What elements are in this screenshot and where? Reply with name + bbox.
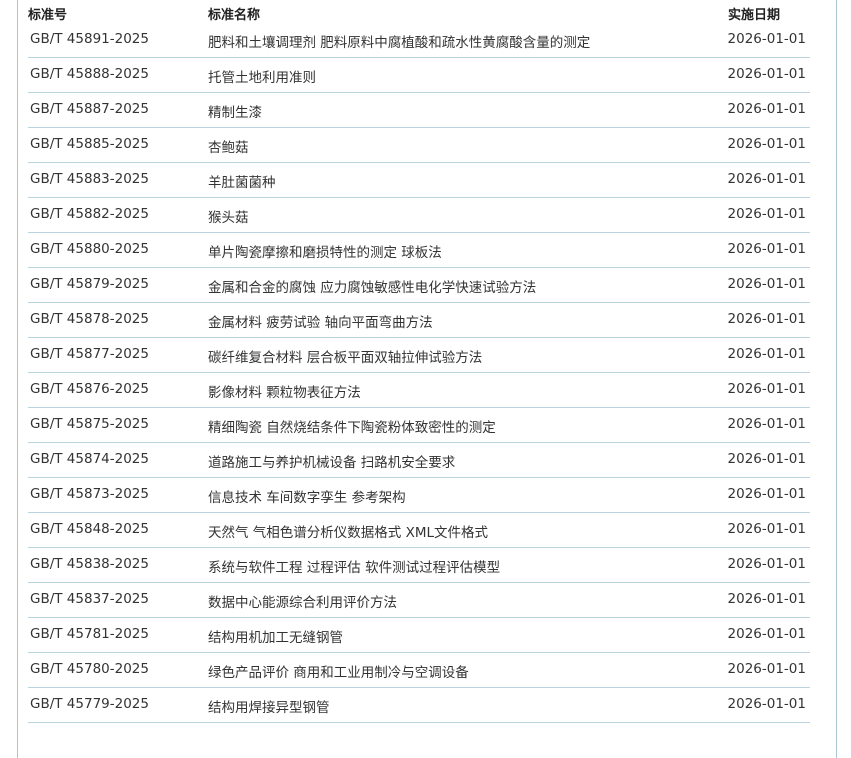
standard-name-link[interactable]: 绿色产品评价 商用和工业用制冷与空调设备 [208,661,469,681]
standard-code-link[interactable]: GB/T 45877-2025 [30,346,149,362]
standard-code-link[interactable]: GB/T 45875-2025 [30,416,149,432]
table-row[interactable]: GB/T 45876-2025 影像材料 颗粒物表征方法 2026-01-01 [28,373,810,408]
table-row[interactable]: GB/T 45878-2025 金属材料 疲劳试验 轴向平面弯曲方法 2026-01… [28,303,810,338]
table-row[interactable]: GB/T 45885-2025 杏鲍菇 2026-01-01 [28,128,810,163]
standard-code-link[interactable]: GB/T 45848-2025 [30,521,149,537]
table-row[interactable]: GB/T 45838-2025 系统与软件工程 过程评估 软件测试过程评估模型 20… [28,548,810,583]
standard-code-link[interactable]: GB/T 45878-2025 [30,311,149,327]
implementation-date: 2026-01-01 [727,521,806,537]
standard-name-link[interactable]: 托管土地利用准则 [208,66,316,86]
standard-code-link[interactable]: GB/T 45837-2025 [30,591,149,607]
implementation-date: 2026-01-01 [727,346,806,362]
standard-name-link[interactable]: 天然气 气相色谱分析仪数据格式 XML文件格式 [208,521,488,541]
standard-name-link[interactable]: 道路施工与养护机械设备 扫路机安全要求 [208,451,455,471]
table-row[interactable]: GB/T 45873-2025 信息技术 车间数字孪生 参考架构 2026-01-0… [28,478,810,513]
standard-code-link[interactable]: GB/T 45780-2025 [30,661,149,677]
table-row[interactable]: GB/T 45880-2025 单片陶瓷摩擦和磨损特性的测定 球板法 2026-01… [28,233,810,268]
table-row[interactable]: GB/T 45848-2025 天然气 气相色谱分析仪数据格式 XML文件格式 20… [28,513,810,548]
table-row[interactable]: GB/T 45837-2025 数据中心能源综合利用评价方法 2026-01-01 [28,583,810,618]
standard-name-link[interactable]: 结构用焊接异型钢管 [208,696,330,716]
standard-name-link[interactable]: 系统与软件工程 过程评估 软件测试过程评估模型 [208,556,500,576]
standard-code-link[interactable]: GB/T 45882-2025 [30,206,149,222]
implementation-date: 2026-01-01 [727,381,806,397]
implementation-date: 2026-01-01 [727,311,806,327]
standard-name-link[interactable]: 羊肚菌菌种 [208,171,276,191]
standard-code-link[interactable]: GB/T 45838-2025 [30,556,149,572]
table-row[interactable]: GB/T 45779-2025 结构用焊接异型钢管 2026-01-01 [28,688,810,723]
standard-name-link[interactable]: 精细陶瓷 自然烧结条件下陶瓷粉体致密性的测定 [208,416,496,436]
standard-name-link[interactable]: 数据中心能源综合利用评价方法 [208,591,397,611]
standard-code-link[interactable]: GB/T 45891-2025 [30,31,149,47]
standard-name-link[interactable]: 猴头菇 [208,206,249,226]
standard-code-link[interactable]: GB/T 45876-2025 [30,381,149,397]
implementation-date: 2026-01-01 [727,66,806,82]
table-row[interactable]: GB/T 45882-2025 猴头菇 2026-01-01 [28,198,810,233]
table-row[interactable]: GB/T 45781-2025 结构用机加工无缝钢管 2026-01-01 [28,618,810,653]
standard-name-link[interactable]: 肥料和土壤调理剂 肥料原料中腐植酸和疏水性黄腐酸含量的测定 [208,31,590,51]
standard-code-link[interactable]: GB/T 45888-2025 [30,66,149,82]
implementation-date: 2026-01-01 [727,206,806,222]
implementation-date: 2026-01-01 [727,136,806,152]
table-row[interactable]: GB/T 45879-2025 金属和合金的腐蚀 应力腐蚀敏感性电化学快速试验方法… [28,268,810,303]
table-row[interactable]: GB/T 45883-2025 羊肚菌菌种 2026-01-01 [28,163,810,198]
standard-name-link[interactable]: 信息技术 车间数字孪生 参考架构 [208,486,406,506]
table-row[interactable]: GB/T 45875-2025 精细陶瓷 自然烧结条件下陶瓷粉体致密性的测定 202… [28,408,810,443]
implementation-date: 2026-01-01 [727,31,806,47]
table-row[interactable]: GB/T 45877-2025 碳纤维复合材料 层合板平面双轴拉伸试验方法 2026… [28,338,810,373]
implementation-date: 2026-01-01 [727,416,806,432]
standard-code-link[interactable]: GB/T 45781-2025 [30,626,149,642]
standard-name-link[interactable]: 影像材料 颗粒物表征方法 [208,381,361,401]
standard-code-link[interactable]: GB/T 45879-2025 [30,276,149,292]
table-row[interactable]: GB/T 45874-2025 道路施工与养护机械设备 扫路机安全要求 2026-0… [28,443,810,478]
standard-code-link[interactable]: GB/T 45873-2025 [30,486,149,502]
standard-name-link[interactable]: 精制生漆 [208,101,262,121]
standard-name-link[interactable]: 金属和合金的腐蚀 应力腐蚀敏感性电化学快速试验方法 [208,276,536,296]
standard-name-link[interactable]: 碳纤维复合材料 层合板平面双轴拉伸试验方法 [208,346,482,366]
implementation-date: 2026-01-01 [727,486,806,502]
standard-name-link[interactable]: 结构用机加工无缝钢管 [208,626,343,646]
standard-name-link[interactable]: 金属材料 疲劳试验 轴向平面弯曲方法 [208,311,433,331]
table-row[interactable]: GB/T 45887-2025 精制生漆 2026-01-01 [28,93,810,128]
standard-name-link[interactable]: 杏鲍菇 [208,136,249,156]
standard-name-link[interactable]: 单片陶瓷摩擦和磨损特性的测定 球板法 [208,241,442,261]
implementation-date: 2026-01-01 [727,626,806,642]
column-header-code: 标准号 [28,8,68,23]
implementation-date: 2026-01-01 [727,696,806,712]
implementation-date: 2026-01-01 [727,556,806,572]
standard-code-link[interactable]: GB/T 45880-2025 [30,241,149,257]
column-header-name: 标准名称 [208,8,261,23]
standard-code-link[interactable]: GB/T 45874-2025 [30,451,149,467]
implementation-date: 2026-01-01 [727,276,806,292]
standard-code-link[interactable]: GB/T 45883-2025 [30,171,149,187]
implementation-date: 2026-01-01 [727,241,806,257]
implementation-date: 2026-01-01 [727,451,806,467]
table-row[interactable]: GB/T 45780-2025 绿色产品评价 商用和工业用制冷与空调设备 2026-… [28,653,810,688]
standard-code-link[interactable]: GB/T 45779-2025 [30,696,149,712]
standard-code-link[interactable]: GB/T 45885-2025 [30,136,149,152]
implementation-date: 2026-01-01 [727,101,806,117]
column-header-date: 实施日期 [728,8,781,23]
implementation-date: 2026-01-01 [727,591,806,607]
table-row[interactable]: GB/T 45891-2025 肥料和土壤调理剂 肥料原料中腐植酸和疏水性黄腐酸含… [28,23,810,58]
implementation-date: 2026-01-01 [727,661,806,677]
table-row[interactable]: GB/T 45888-2025 托管土地利用准则 2026-01-01 [28,58,810,93]
table-header: 标准号 标准名称 实施日期 [28,4,818,23]
standard-code-link[interactable]: GB/T 45887-2025 [30,101,149,117]
standards-table: GB/T 45891-2025 肥料和土壤调理剂 肥料原料中腐植酸和疏水性黄腐酸含… [28,23,810,723]
implementation-date: 2026-01-01 [727,171,806,187]
